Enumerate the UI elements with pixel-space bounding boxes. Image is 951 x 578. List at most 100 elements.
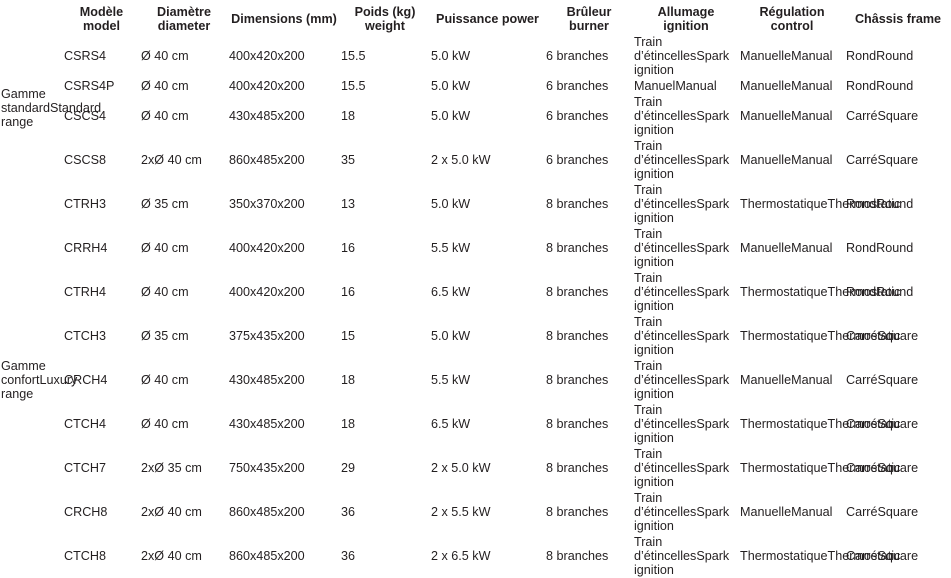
cell-diameter: 2xØ 40 cm [141,505,202,519]
cell-dimensions: 860x485x200 [229,153,305,167]
cell-burner: 6 branches [546,153,609,167]
table-row: CRCH8 2xØ 40 cm 860x485x200 36 2 x 5.5 kW 8 b… [0,490,951,534]
header-dimensions-en: (mm) [306,12,337,26]
cell-ignition: Train d’étincellesSpark ignition [633,534,739,578]
cell-control: ThermostatiqueThermostatic [739,446,900,490]
column-header-control: Régulation control [739,4,845,34]
column-header-ignition: Allumage ignition [633,4,739,34]
cell-frame: RondRound [845,182,951,226]
cell-dimensions: 430x485x200 [229,109,305,123]
cell-burner: 6 branches [546,49,609,63]
cell-model: CTCH4 [64,417,106,431]
table-row: CSCS4 Ø 40 cm 430x485x200 18 5.0 kW 6 branche… [0,94,951,138]
cell-control-fr: Thermostatique [740,285,828,299]
group-label-fr: Gamme standard [1,87,51,115]
cell-control-fr: Thermostatique [740,197,828,211]
header-power-en: power [501,12,539,26]
cell-control-fr: Thermostatique [740,549,828,563]
cell-frame-fr: Carré [846,109,878,123]
column-header-model: Modèle model [63,4,140,34]
cell-ignition: Train d’étincellesSpark ignition [633,402,739,446]
cell-ignition: Train d’étincellesSpark ignition [633,490,739,534]
cell-frame-en: Square [877,505,919,519]
header-row: Modèle model Diamètre diameter Dimension… [0,4,951,34]
table-row: CTCH3 Ø 35 cm 375x435x200 15 5.0 kW 8 branche… [0,314,951,358]
cell-frame-en: Square [877,373,919,387]
cell-ignition: Train d’étincellesSpark ignition [633,358,739,402]
cell-power: 2 x 6.5 kW [431,549,491,563]
cell-dimensions: 860x485x200 [229,505,305,519]
cell-frame-en: Square [877,417,919,431]
column-header-burner: Brûleur burner [545,4,633,34]
table-row: CTCH4 Ø 40 cm 430x485x200 18 6.5 kW 8 branche… [0,402,951,446]
cell-control-en: Manual [791,153,833,167]
column-header-dimensions: Dimensions (mm) [228,4,340,34]
header-diameter-fr: Diamètre [157,5,211,19]
cell-dimensions: 400x420x200 [229,79,305,93]
cell-ignition-fr: Train d’étincelles [634,95,697,123]
column-header-frame: Châssis frame [845,4,951,34]
cell-burner: 8 branches [546,549,609,563]
column-header-group [0,4,63,34]
header-frame-fr: Châssis [854,12,904,26]
cell-control-en: Manual [791,49,833,63]
column-header-power: Puissance power [430,4,545,34]
table-row: Gamme standardStandard range CSRS4 Ø 40 cm… [0,34,951,129]
table-row: CTRH4 Ø 40 cm 400x420x200 16 6.5 kW 8 branche… [0,270,951,314]
cell-control-en: Manual [791,505,833,519]
header-model-fr: Modèle [79,5,124,19]
cell-control-fr: Manuelle [740,49,792,63]
cell-control: ThermostatiqueThermostatic [739,182,900,226]
cell-power: 2 x 5.5 kW [431,505,491,519]
cell-frame: CarréSquare [845,446,951,490]
cell-dimensions: 400x420x200 [229,285,305,299]
cell-control: ThermostatiqueThermostatic [739,270,900,314]
cell-frame-fr: Carré [846,329,878,343]
cell-burner: 8 branches [546,417,609,431]
cell-weight: 36 [341,549,356,563]
cell-power: 5.0 kW [431,49,471,63]
cell-ignition: Train d’étincellesSpark ignition [633,270,739,314]
cell-burner: 6 branches [546,79,609,93]
cell-model: CSRS4 [64,49,106,63]
cell-frame: CarréSquare [845,490,951,534]
cell-control: ManuelleManual [739,358,845,402]
cell-dimensions: 750x435x200 [229,461,305,475]
cell-frame: CarréSquare [845,314,951,358]
cell-frame: RondRound [845,226,951,270]
cell-frame: RondRound [845,34,951,78]
column-header-weight: Poids (kg) weight [340,4,430,34]
cell-frame: CarréSquare [845,138,951,182]
header-frame-en: frame [906,12,942,26]
cell-power: 2 x 5.0 kW [431,461,491,475]
cell-weight: 15.5 [341,49,366,63]
table-row: CSRS4P Ø 40 cm 400x420x200 15.5 5.0 kW 6 bran… [0,78,951,94]
cell-control-fr: Manuelle [740,153,792,167]
cell-diameter: Ø 40 cm [141,373,189,387]
cell-model: CTRH3 [64,197,106,211]
cell-model: CRCH8 [64,505,108,519]
cell-ignition: Train d’étincellesSpark ignition [633,226,739,270]
cell-frame-fr: Carré [846,417,878,431]
cell-dimensions: 430x485x200 [229,417,305,431]
header-ignition-en: ignition [663,19,709,33]
cell-control-fr: Manuelle [740,505,792,519]
cell-power: 5.0 kW [431,79,471,93]
cell-ignition: Train d’étincellesSpark ignition [633,94,739,138]
header-dimensions-fr: Dimensions [231,12,303,26]
cell-burner: 8 branches [546,197,609,211]
cell-control: ManuelleManual [739,94,845,138]
cell-weight: 36 [341,505,356,519]
cell-frame-en: Square [877,329,919,343]
cell-ignition-fr: Train d’étincelles [634,315,697,343]
cell-frame-en: Square [877,461,919,475]
cell-power: 6.5 kW [431,417,471,431]
cell-weight: 18 [341,417,356,431]
spec-sheet: Modèle model Diamètre diameter Dimension… [0,0,951,577]
cell-model: CTCH8 [64,549,106,563]
cell-power: 5.5 kW [431,373,471,387]
cell-diameter: Ø 35 cm [141,197,189,211]
cell-frame-fr: Rond [846,285,877,299]
cell-control: ThermostatiqueThermostatic [739,314,900,358]
cell-dimensions: 375x435x200 [229,329,305,343]
